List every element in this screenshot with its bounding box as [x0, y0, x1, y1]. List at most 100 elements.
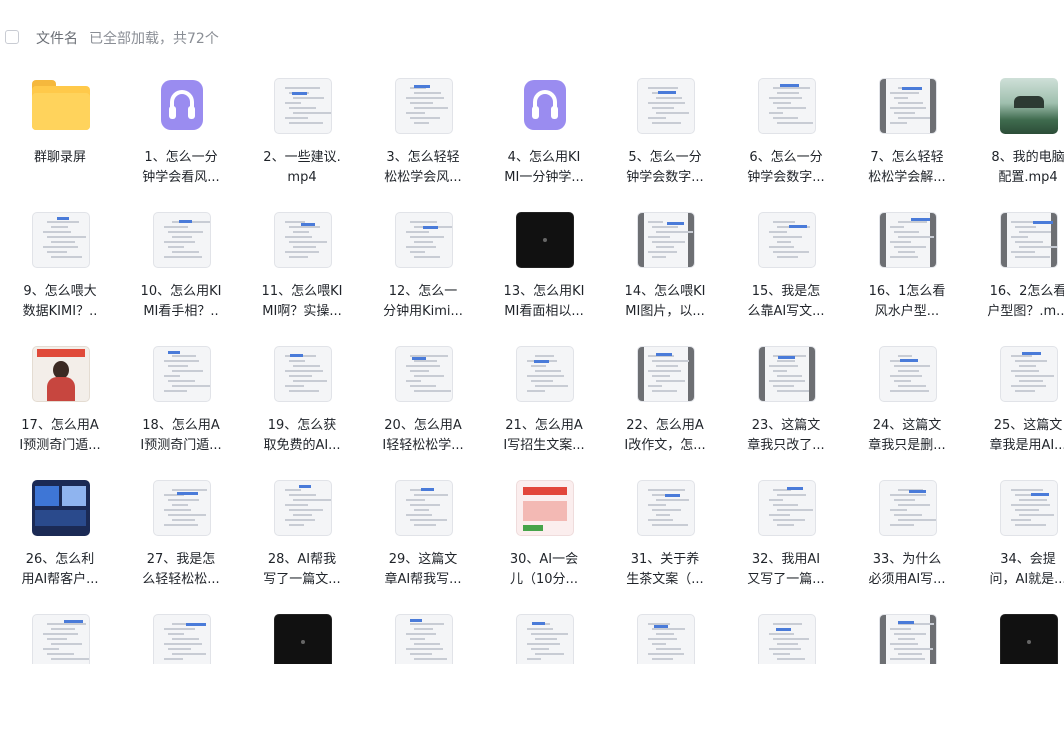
file-item[interactable]: 8、我的电脑 配置.mp4 — [968, 76, 1064, 210]
file-item[interactable]: 17、怎么用A I预测奇门遁... — [0, 344, 120, 478]
file-item[interactable] — [847, 612, 967, 746]
video-thumbnail — [395, 78, 453, 134]
file-item[interactable]: 20、怎么用A I轻轻松松学... — [363, 344, 483, 478]
file-name-label: 4、怎么用KI MI一分钟学... — [504, 150, 584, 185]
file-item[interactable] — [968, 612, 1064, 746]
video-thumbnail — [1000, 346, 1058, 402]
file-item[interactable] — [484, 612, 604, 746]
file-item[interactable]: 33、为什么 必须用AI写... — [847, 478, 967, 612]
file-name-label: 22、怎么用A I改作文，怎... — [624, 418, 706, 453]
file-name-label: 20、怎么用A I轻轻松松学... — [382, 418, 464, 453]
file-item[interactable]: 31、关于养 生茶文案（... — [605, 478, 725, 612]
file-item[interactable]: 24、这篇文 章我只是删... — [847, 344, 967, 478]
video-thumbnail — [1000, 78, 1058, 134]
file-item[interactable]: 22、怎么用A I改作文，怎... — [605, 344, 725, 478]
file-item[interactable]: 28、AI帮我 写了一篇文... — [242, 478, 362, 612]
file-item[interactable]: 30、AI一会 儿（10分... — [484, 478, 604, 612]
file-name-label: 16、1怎么看 风水户型... — [868, 284, 946, 319]
video-thumbnail — [153, 614, 211, 670]
file-item[interactable]: 27、我是怎 么轻轻松松... — [121, 478, 241, 612]
file-item[interactable]: 1、怎么一分 钟学会看风... — [121, 76, 241, 210]
file-item[interactable]: 14、怎么喂KI MI图片，以... — [605, 210, 725, 344]
file-item[interactable]: 15、我是怎 么靠AI写文... — [726, 210, 846, 344]
video-thumbnail — [395, 614, 453, 670]
file-item[interactable] — [0, 612, 120, 746]
video-thumbnail — [879, 78, 937, 134]
file-item[interactable]: 16、1怎么看 风水户型... — [847, 210, 967, 344]
file-item[interactable]: 16、2怎么看 户型图？.m... — [968, 210, 1064, 344]
file-item[interactable]: 5、怎么一分 钟学会数字... — [605, 76, 725, 210]
file-item[interactable]: 18、怎么用A I预测奇门遁... — [121, 344, 241, 478]
video-thumbnail — [153, 346, 211, 402]
audio-file-icon — [161, 80, 203, 130]
video-thumbnail — [274, 346, 332, 402]
file-name-label: 5、怎么一分 钟学会数字... — [626, 150, 704, 185]
video-thumbnail — [516, 346, 574, 402]
file-item[interactable]: 34、会提 问，AI就是... — [968, 478, 1064, 612]
file-item[interactable]: 3、怎么轻轻 松松学会风... — [363, 76, 483, 210]
file-name-label: 32、我用AI 又写了一篇... — [747, 552, 825, 587]
file-item[interactable]: 19、怎么获 取免费的AI... — [242, 344, 362, 478]
file-name-label: 27、我是怎 么轻轻松松... — [142, 552, 220, 587]
video-thumbnail — [1000, 480, 1058, 536]
file-name-label: 34、会提 问，AI就是... — [989, 552, 1064, 587]
video-thumbnail — [637, 212, 695, 268]
file-item[interactable]: 11、怎么喂KI MI啊？实操... — [242, 210, 362, 344]
file-item[interactable]: 32、我用AI 又写了一篇... — [726, 478, 846, 612]
file-item[interactable]: 25、这篇文 章我是用AI... — [968, 344, 1064, 478]
file-item[interactable]: 7、怎么轻轻 松松学会解... — [847, 76, 967, 210]
file-name-label: 30、AI一会 儿（10分... — [509, 552, 579, 587]
file-item[interactable] — [363, 612, 483, 746]
file-item[interactable]: 2、一些建议. mp4 — [242, 76, 362, 210]
video-thumbnail — [879, 212, 937, 268]
file-item[interactable]: 23、这篇文 章我只改了... — [726, 344, 846, 478]
file-name-label: 29、这篇文 章AI帮我写... — [384, 552, 462, 587]
file-item[interactable]: 9、怎么喂大 数据KIMI？.. — [0, 210, 120, 344]
video-thumbnail — [395, 212, 453, 268]
file-item[interactable]: 26、怎么利 用AI帮客户... — [0, 478, 120, 612]
file-name-label: 1、怎么一分 钟学会看风... — [142, 150, 220, 185]
file-item[interactable] — [242, 612, 362, 746]
select-all-checkbox[interactable] — [5, 30, 19, 44]
file-name-label: 群聊录屏 — [33, 150, 86, 165]
file-name-label: 21、怎么用A I写招生文案... — [503, 418, 585, 453]
bottom-edge — [0, 664, 1064, 670]
file-name-label: 10、怎么用KI MI看手相？.. — [140, 284, 222, 319]
file-item[interactable]: 29、这篇文 章AI帮我写... — [363, 478, 483, 612]
file-item[interactable]: 4、怎么用KI MI一分钟学... — [484, 76, 604, 210]
file-name-label: 28、AI帮我 写了一篇文... — [263, 552, 341, 587]
file-name-label: 2、一些建议. mp4 — [263, 150, 341, 185]
video-thumbnail — [758, 480, 816, 536]
video-thumbnail — [32, 480, 90, 536]
audio-file-icon — [524, 80, 566, 130]
folder-item[interactable]: 群聊录屏 — [0, 76, 120, 210]
video-thumbnail — [32, 346, 90, 402]
file-name-label: 17、怎么用A I预测奇门遁... — [19, 418, 101, 453]
video-thumbnail — [274, 480, 332, 536]
file-name-label: 12、怎么一 分钟用Kimi... — [383, 284, 463, 319]
file-item[interactable]: 21、怎么用A I写招生文案... — [484, 344, 604, 478]
video-thumbnail — [1000, 212, 1058, 268]
video-thumbnail — [758, 78, 816, 134]
video-thumbnail — [274, 212, 332, 268]
file-item[interactable]: 12、怎么一 分钟用Kimi... — [363, 210, 483, 344]
file-item[interactable]: 10、怎么用KI MI看手相？.. — [121, 210, 241, 344]
file-name-label: 11、怎么喂KI MI啊？实操... — [261, 284, 343, 319]
file-item[interactable]: 13、怎么用KI MI看面相以... — [484, 210, 604, 344]
file-item[interactable]: 6、怎么一分 钟学会数字... — [726, 76, 846, 210]
file-item[interactable] — [121, 612, 241, 746]
file-name-label: 16、2怎么看 户型图？.m... — [987, 284, 1064, 319]
video-thumbnail — [758, 212, 816, 268]
file-name-label: 9、怎么喂大 数据KIMI？.. — [22, 284, 98, 319]
video-thumbnail — [395, 346, 453, 402]
column-header-filename[interactable]: 文件名 — [36, 28, 78, 48]
file-name-label: 18、怎么用A I预测奇门遁... — [140, 418, 222, 453]
file-item[interactable] — [605, 612, 725, 746]
video-thumbnail — [395, 480, 453, 536]
file-name-label: 19、怎么获 取免费的AI... — [263, 418, 341, 453]
file-name-label: 24、这篇文 章我只是删... — [868, 418, 946, 453]
file-name-label: 15、我是怎 么靠AI写文... — [747, 284, 825, 319]
video-thumbnail — [274, 78, 332, 134]
file-name-label: 23、这篇文 章我只改了... — [747, 418, 825, 453]
file-item[interactable] — [726, 612, 846, 746]
